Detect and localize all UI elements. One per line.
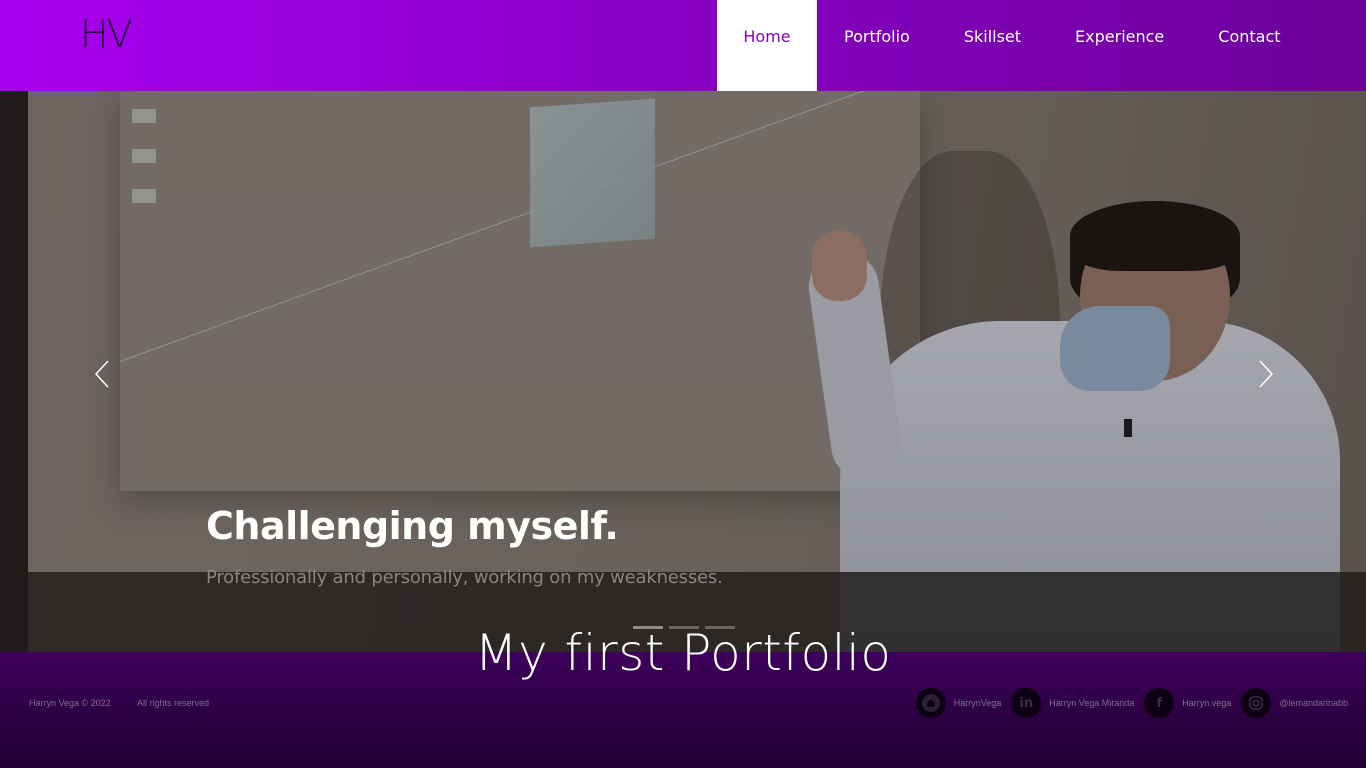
carousel-next-button[interactable] [1250,359,1280,389]
social-instagram-label: @lemandarinabb [1279,698,1348,708]
main-nav: Home Portfolio Skillset Experience Conta… [717,0,1308,91]
social-facebook-label: Harryn.vega [1182,698,1232,708]
projected-cube [530,98,655,248]
social-links: HarrynVega in Harryn Vega Miranda f Harr… [906,688,1348,718]
social-linkedin-link[interactable]: in Harryn Vega Miranda [1011,688,1134,718]
site-header: HV Home Portfolio Skillset Experience Co… [0,0,1366,91]
nav-skillset[interactable]: Skillset [937,0,1048,91]
nav-contact[interactable]: Contact [1191,0,1307,91]
rights-text: All rights reserved [137,698,210,708]
presenter-pen [1124,419,1132,437]
projected-screen [120,91,920,491]
social-github-label: HarrynVega [953,698,1002,708]
presenter-hand [812,231,867,301]
facebook-icon: f [1144,688,1175,718]
linkedin-icon: in [1011,688,1042,718]
presenter-hair-top [1070,201,1240,271]
nav-experience[interactable]: Experience [1048,0,1191,91]
instagram-icon [1241,688,1272,718]
portfolio-heading: My first Portfolio [474,624,892,682]
projected-toolbar-icons [132,109,156,204]
photo-edge [0,91,28,652]
presenter-mask [1060,306,1170,391]
github-icon [915,688,946,718]
site-logo[interactable]: HV [80,14,133,54]
copyright-text: Harryn Vega © 2022 [29,698,111,708]
social-instagram-link[interactable]: @lemandarinabb [1241,688,1348,718]
social-github-link[interactable]: HarrynVega [915,688,1002,718]
nav-portfolio[interactable]: Portfolio [817,0,937,91]
social-facebook-link[interactable]: f Harryn.vega [1144,688,1231,718]
social-linkedin-label: Harryn Vega Miranda [1049,698,1135,708]
nav-home-label: Home [743,27,791,46]
slide-title: Challenging myself. [206,504,619,548]
slide-subtitle: Professionally and personally, working o… [206,567,723,588]
nav-skillset-label: Skillset [963,27,1022,46]
hero-carousel: Challenging myself. Professionally and p… [0,91,1366,652]
nav-experience-label: Experience [1075,27,1165,46]
nav-home[interactable]: Home [717,0,817,91]
nav-portfolio-label: Portfolio [844,27,910,46]
chevron-left-icon [94,360,109,388]
nav-contact-label: Contact [1218,27,1281,46]
chevron-right-icon [1259,360,1274,388]
carousel-prev-button[interactable] [88,359,118,389]
